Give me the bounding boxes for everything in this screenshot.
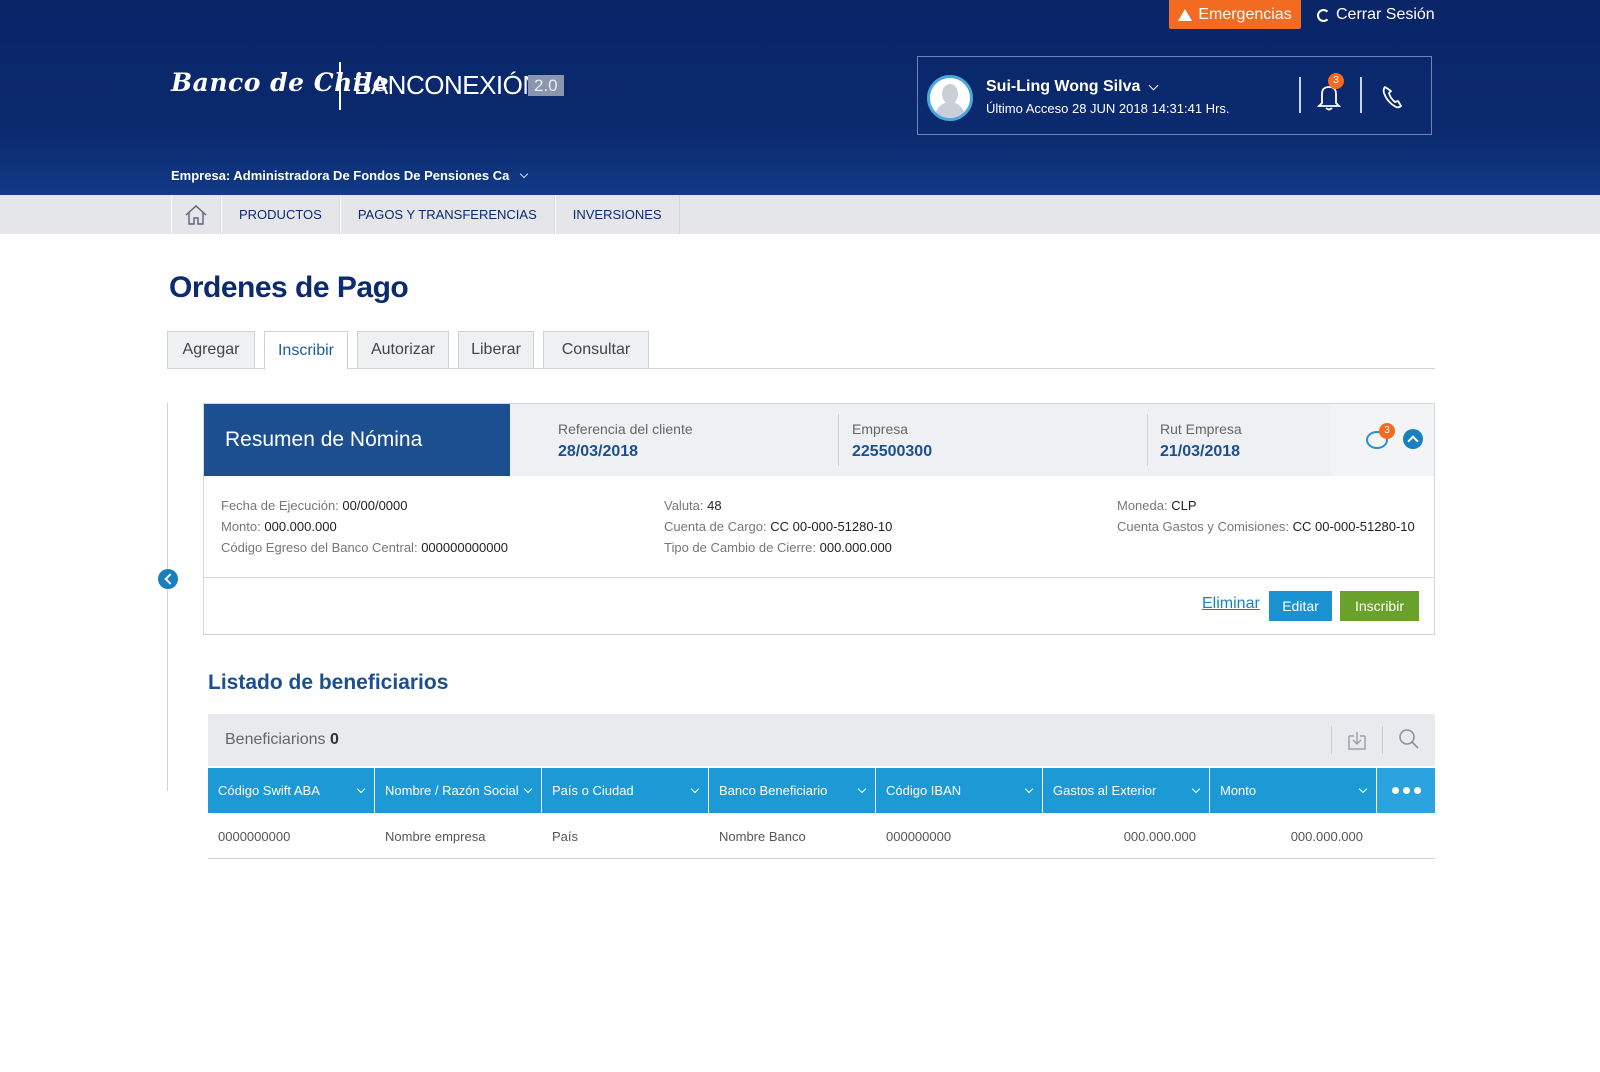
- summary-details: Fecha de Ejecución: 00/00/0000 Monto: 00…: [221, 498, 1415, 555]
- nav-pagos-transferencias[interactable]: PAGOS Y TRANSFERENCIAS: [339, 195, 555, 234]
- cell-swift: 0000000000: [218, 828, 291, 844]
- nav-inversiones[interactable]: INVERSIONES: [554, 195, 680, 234]
- page-title: Ordenes de Pago: [169, 271, 409, 304]
- product-logo: BANCONEXIÓN: [354, 70, 541, 100]
- chevron-down-icon: [523, 784, 533, 793]
- side-rail: [167, 403, 168, 791]
- company-label: Empresa: Administradora De Fondos De Pen…: [171, 168, 510, 183]
- chevron-down-icon: [1024, 784, 1034, 793]
- summary-card: Resumen de Nómina Referencia del cliente…: [203, 403, 1435, 635]
- chevron-down-icon: [690, 784, 700, 793]
- cell-nombre: Nombre empresa: [385, 828, 486, 844]
- tab-inscribir[interactable]: Inscribir: [264, 331, 348, 370]
- client-reference: Referencia del cliente 28/03/2018: [558, 421, 693, 460]
- logout-label: Cerrar Sesión: [1336, 6, 1435, 23]
- monto: 000.000.000: [264, 519, 337, 534]
- product-version: 2.0: [528, 75, 564, 96]
- cell-pais: País: [552, 828, 579, 844]
- user-panel: Sui-Ling Wong Silva Último Acceso 28 JUN…: [917, 56, 1432, 135]
- valuta: 48: [707, 498, 722, 513]
- column-swift[interactable]: Código Swift ABA: [208, 768, 375, 813]
- register-button[interactable]: Inscribir: [1340, 591, 1419, 621]
- beneficiaries-table: Código Swift ABA Nombre / Razón Social P…: [208, 768, 1435, 859]
- tab-consultar[interactable]: Consultar: [543, 331, 649, 369]
- chevron-down-icon: [857, 784, 867, 793]
- warning-icon: [1178, 8, 1193, 21]
- cell-monto: 000.000.000: [1290, 828, 1363, 844]
- notifications-badge: 3: [1328, 73, 1344, 89]
- logout-icon: [1317, 8, 1330, 22]
- codigo-egreso: 000000000000: [421, 540, 508, 555]
- cell-banco: Nombre Banco: [719, 828, 806, 844]
- company-info: Empresa 225500300: [852, 421, 933, 460]
- emergencies-button[interactable]: Emergencias: [1169, 0, 1301, 29]
- cell-iban: 000000000: [886, 828, 952, 844]
- home-icon: [185, 204, 207, 225]
- app-header: Emergencias Cerrar Sesión Banco de Chile…: [0, 0, 1600, 195]
- user-name: Sui-Ling Wong Silva: [986, 78, 1141, 95]
- collapse-left-icon[interactable]: [158, 569, 178, 589]
- search-icon[interactable]: [1398, 728, 1420, 750]
- summary-title: Resumen de Nómina: [204, 404, 510, 476]
- beneficiaries-title: Listado de beneficiarios: [208, 671, 449, 694]
- user-menu[interactable]: Sui-Ling Wong Silva: [986, 78, 1159, 96]
- moneda: CLP: [1171, 498, 1197, 513]
- beneficiaries-count: Beneficiarions 0: [225, 731, 339, 748]
- collapse-up-icon[interactable]: [1403, 429, 1423, 449]
- main-nav: PRODUCTOS PAGOS Y TRANSFERENCIAS INVERSI…: [0, 195, 1600, 234]
- column-iban[interactable]: Código IBAN: [876, 768, 1043, 813]
- delete-link[interactable]: Eliminar: [1202, 595, 1260, 613]
- chevron-down-icon: [1148, 80, 1159, 90]
- messages-badge: 3: [1379, 423, 1395, 439]
- cuenta-gastos: CC 00-000-51280-10: [1292, 519, 1415, 534]
- column-monto[interactable]: Monto: [1210, 768, 1377, 813]
- more-options-icon[interactable]: [1377, 768, 1435, 813]
- nav-home[interactable]: [171, 195, 221, 234]
- cell-gastos: 000.000.000: [1123, 828, 1196, 844]
- download-icon[interactable]: [1348, 730, 1366, 750]
- phone-icon[interactable]: [1379, 79, 1405, 113]
- last-access: Último Acceso 28 JUN 2018 14:31:41 Hrs.: [986, 101, 1230, 116]
- fecha-ejecucion: 00/00/0000: [342, 498, 408, 513]
- column-pais[interactable]: País o Ciudad: [542, 768, 709, 813]
- emergencies-label: Emergencias: [1198, 5, 1292, 23]
- divider: [1360, 77, 1362, 113]
- chevron-down-icon: [356, 784, 366, 793]
- summary-actions: Eliminar Editar Inscribir: [204, 577, 1434, 634]
- tab-liberar[interactable]: Liberar: [458, 331, 534, 369]
- column-nombre[interactable]: Nombre / Razón Social: [375, 768, 542, 813]
- company-rut: Rut Empresa 21/03/2018: [1160, 421, 1242, 460]
- chevron-down-icon: [520, 169, 529, 178]
- logo-divider: [339, 62, 341, 110]
- edit-button[interactable]: Editar: [1269, 591, 1332, 621]
- avatar[interactable]: [927, 75, 973, 121]
- chevron-down-icon: [1358, 784, 1368, 793]
- nav-productos[interactable]: PRODUCTOS: [221, 195, 340, 234]
- tipo-cambio: 000.000.000: [819, 540, 892, 555]
- table-header: Código Swift ABA Nombre / Razón Social P…: [208, 768, 1435, 813]
- divider: [1299, 77, 1301, 113]
- cuenta-cargo: CC 00-000-51280-10: [770, 519, 893, 534]
- logout-button[interactable]: Cerrar Sesión: [1317, 4, 1435, 26]
- column-gastos[interactable]: Gastos al Exterior: [1043, 768, 1210, 813]
- tab-bar: Agregar Inscribir Autorizar Liberar Cons…: [167, 331, 1435, 370]
- tab-autorizar[interactable]: Autorizar: [357, 331, 449, 369]
- tab-agregar[interactable]: Agregar: [167, 331, 255, 369]
- company-selector[interactable]: Empresa: Administradora De Fondos De Pen…: [171, 168, 529, 183]
- column-banco[interactable]: Banco Beneficiario: [709, 768, 876, 813]
- beneficiaries-toolbar: Beneficiarions 0: [208, 714, 1435, 766]
- summary-header: Resumen de Nómina Referencia del cliente…: [204, 404, 1434, 476]
- table-row[interactable]: 0000000000 Nombre empresa País Nombre Ba…: [208, 813, 1435, 859]
- chevron-down-icon: [1191, 784, 1201, 793]
